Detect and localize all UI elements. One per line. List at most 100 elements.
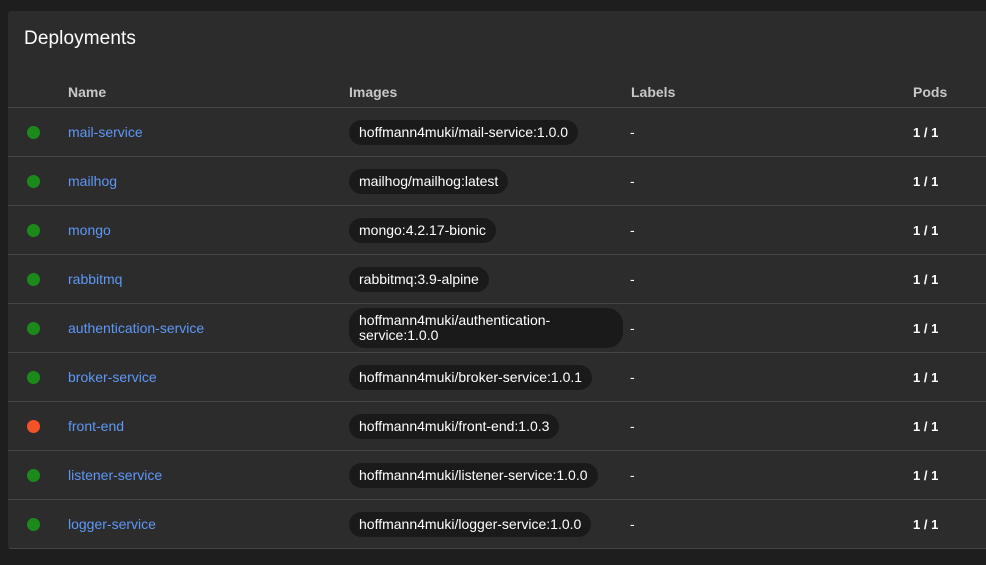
- deployment-name-link[interactable]: mail-service: [68, 124, 143, 140]
- labels-cell: -: [630, 156, 913, 206]
- labels-value: -: [630, 369, 635, 385]
- deployment-name-link[interactable]: authentication-service: [68, 320, 204, 336]
- labels-value: -: [630, 124, 635, 140]
- deployments-table: Name Images Labels Pods mail-service hoff…: [8, 76, 986, 549]
- labels-cell: -: [630, 254, 913, 304]
- status-running-icon: [27, 517, 40, 531]
- image-chip: hoffmann4muki/front-end:1.0.3: [349, 413, 560, 439]
- image-cell: hoffmann4muki/mail-service:1.0.0: [349, 107, 631, 157]
- name-cell: mail-service: [68, 107, 349, 157]
- status-cell: [8, 254, 68, 304]
- table-row[interactable]: listener-service hoffmann4muki/listener-s…: [8, 450, 986, 500]
- status-running-icon: [27, 468, 40, 482]
- status-running-icon: [27, 370, 40, 384]
- table-row[interactable]: authentication-service hoffmann4muki/auth…: [8, 303, 986, 353]
- status-cell: [8, 450, 68, 500]
- status-cell: [8, 303, 68, 353]
- deployment-name-link[interactable]: listener-service: [68, 467, 162, 483]
- status-error-icon: [27, 419, 40, 433]
- labels-cell: -: [630, 450, 913, 500]
- pods-cell: 1 / 1: [913, 254, 986, 304]
- table-row[interactable]: front-end hoffmann4muki/front-end:1.0.3 - 1…: [8, 401, 986, 451]
- name-cell: broker-service: [68, 352, 349, 402]
- labels-value: -: [630, 173, 635, 189]
- image-cell: hoffmann4muki/authentication-service:1.0…: [349, 303, 631, 353]
- status-running-icon: [27, 223, 40, 237]
- labels-cell: -: [630, 352, 913, 402]
- column-header-pods: Pods: [913, 76, 986, 108]
- pods-count: 1 / 1: [913, 174, 939, 189]
- pods-cell: 1 / 1: [913, 450, 986, 500]
- name-cell: logger-service: [68, 499, 349, 549]
- image-chip: hoffmann4muki/broker-service:1.0.1: [349, 364, 593, 390]
- pods-count: 1 / 1: [913, 517, 939, 532]
- pods-count: 1 / 1: [913, 223, 939, 238]
- deployment-name-link[interactable]: mailhog: [68, 173, 117, 189]
- column-header-labels: Labels: [631, 76, 913, 108]
- pods-cell: 1 / 1: [913, 352, 986, 402]
- name-cell: mongo: [68, 205, 349, 255]
- pods-cell: 1 / 1: [913, 107, 986, 157]
- image-cell: hoffmann4muki/front-end:1.0.3: [349, 401, 631, 451]
- pods-cell: 1 / 1: [913, 303, 986, 353]
- status-cell: [8, 401, 68, 451]
- deployment-name-link[interactable]: logger-service: [68, 516, 156, 532]
- pods-count: 1 / 1: [913, 321, 939, 336]
- table-header-row: Name Images Labels Pods: [8, 76, 986, 108]
- image-chip: rabbitmq:3.9-alpine: [349, 266, 489, 292]
- image-chip: mongo:4.2.17-bionic: [349, 217, 496, 243]
- labels-value: -: [630, 467, 635, 483]
- status-running-icon: [27, 272, 40, 286]
- column-header-name[interactable]: Name: [68, 76, 349, 108]
- pods-cell: 1 / 1: [913, 499, 986, 549]
- table-row[interactable]: mail-service hoffmann4muki/mail-service:1…: [8, 107, 986, 157]
- deployment-name-link[interactable]: rabbitmq: [68, 271, 122, 287]
- status-cell: [8, 499, 68, 549]
- pods-count: 1 / 1: [913, 468, 939, 483]
- deployment-name-link[interactable]: broker-service: [68, 369, 157, 385]
- pods-cell: 1 / 1: [913, 205, 986, 255]
- pods-cell: 1 / 1: [913, 156, 986, 206]
- column-header-images: Images: [349, 76, 631, 108]
- table-row[interactable]: broker-service hoffmann4muki/broker-servi…: [8, 352, 986, 402]
- status-running-icon: [27, 125, 40, 139]
- image-cell: hoffmann4muki/logger-service:1.0.0: [349, 499, 631, 549]
- name-cell: listener-service: [68, 450, 349, 500]
- name-cell: mailhog: [68, 156, 349, 206]
- table-row[interactable]: mongo mongo:4.2.17-bionic - 1 / 1: [8, 205, 986, 255]
- labels-value: -: [630, 516, 635, 532]
- image-cell: hoffmann4muki/broker-service:1.0.1: [349, 352, 631, 402]
- labels-value: -: [630, 271, 635, 287]
- image-cell: mailhog/mailhog:latest: [349, 156, 631, 206]
- labels-cell: -: [630, 499, 913, 549]
- pods-count: 1 / 1: [913, 370, 939, 385]
- image-chip: hoffmann4muki/mail-service:1.0.0: [349, 119, 579, 145]
- pods-count: 1 / 1: [913, 272, 939, 287]
- image-cell: rabbitmq:3.9-alpine: [349, 254, 631, 304]
- name-cell: front-end: [68, 401, 349, 451]
- table-row[interactable]: logger-service hoffmann4muki/logger-servi…: [8, 499, 986, 549]
- labels-cell: -: [630, 107, 913, 157]
- image-chip: hoffmann4muki/listener-service:1.0.0: [349, 462, 598, 488]
- image-chip: hoffmann4muki/authentication-service:1.0…: [349, 308, 623, 348]
- labels-cell: -: [630, 205, 913, 255]
- pods-count: 1 / 1: [913, 419, 939, 434]
- pods-cell: 1 / 1: [913, 401, 986, 451]
- labels-cell: -: [630, 401, 913, 451]
- status-cell: [8, 205, 68, 255]
- status-running-icon: [27, 174, 40, 188]
- status-cell: [8, 156, 68, 206]
- name-cell: rabbitmq: [68, 254, 349, 304]
- image-chip: hoffmann4muki/logger-service:1.0.0: [349, 511, 592, 537]
- name-cell: authentication-service: [68, 303, 349, 353]
- status-cell: [8, 352, 68, 402]
- table-row[interactable]: rabbitmq rabbitmq:3.9-alpine - 1 / 1: [8, 254, 986, 304]
- deployment-name-link[interactable]: front-end: [68, 418, 124, 434]
- deployment-name-link[interactable]: mongo: [68, 222, 111, 238]
- image-cell: mongo:4.2.17-bionic: [349, 205, 631, 255]
- column-header-status: [8, 76, 68, 108]
- card-title: Deployments: [24, 28, 136, 49]
- table-row[interactable]: mailhog mailhog/mailhog:latest - 1 / 1: [8, 156, 986, 206]
- deployments-card: Deployments Name Images Labels Pods mail…: [8, 11, 986, 549]
- labels-value: -: [630, 222, 635, 238]
